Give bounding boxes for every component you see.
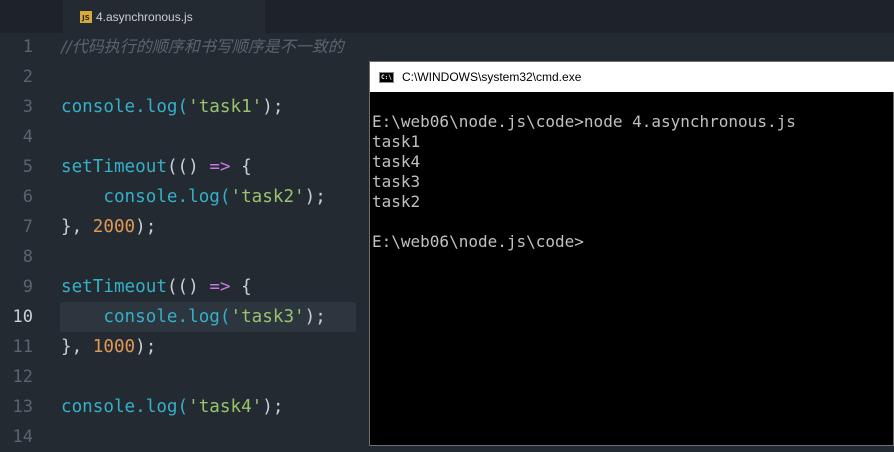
line-number: 4 bbox=[22, 127, 33, 147]
tab-4-asynchronous-js[interactable]: JS 4.asynchronous.js bbox=[63, 0, 265, 33]
line-number: 14 bbox=[12, 427, 33, 447]
code-text: //代码执行的顺序和书写顺序是不一致的 bbox=[61, 32, 344, 62]
tab-title: 4.asynchronous.js bbox=[96, 9, 193, 24]
cmd-icon: C:\ bbox=[379, 71, 394, 83]
code-token: //代码执行的顺序和书写顺序是不一致的 bbox=[61, 37, 344, 56]
code-token: 'task4' bbox=[188, 397, 263, 417]
line-number: 13 bbox=[12, 397, 33, 417]
code-token: ); bbox=[262, 397, 284, 417]
code-token: console.log( bbox=[61, 307, 231, 327]
code-text: }, 2000); bbox=[61, 212, 156, 242]
code-token: }, bbox=[61, 337, 93, 357]
line-number: 9 bbox=[22, 277, 33, 297]
line-number: 7 bbox=[22, 217, 33, 237]
code-token: 'task1' bbox=[188, 97, 263, 117]
code-token: (() bbox=[166, 157, 210, 177]
code-token: console.log( bbox=[61, 97, 189, 117]
line-number: 5 bbox=[22, 157, 33, 177]
cmd-title-bar[interactable]: C:\ C:\WINDOWS\system32\cmd.exe bbox=[370, 62, 894, 92]
line-number: 11 bbox=[12, 337, 33, 357]
terminal-output[interactable]: E:\web06\node.js\code>node 4.asynchronou… bbox=[372, 112, 893, 252]
code-token: ); bbox=[304, 187, 326, 207]
code-text: console.log('task3'); bbox=[61, 302, 326, 332]
code-token: ); bbox=[304, 307, 326, 327]
terminal-line: E:\web06\node.js\code> bbox=[372, 232, 584, 251]
code-token: }, bbox=[61, 217, 93, 237]
line-number: 12 bbox=[12, 367, 33, 387]
code-token: ); bbox=[135, 217, 157, 237]
terminal-line: E:\web06\node.js\code>node 4.asynchronou… bbox=[372, 112, 796, 131]
code-text: console.log('task4'); bbox=[61, 392, 283, 422]
js-file-icon: JS bbox=[80, 10, 92, 23]
terminal-line: task4 bbox=[372, 152, 421, 171]
code-token: 1000 bbox=[92, 337, 136, 357]
code-token: ); bbox=[262, 97, 284, 117]
code-text: }, 1000); bbox=[61, 332, 156, 362]
code-token: (() bbox=[166, 277, 210, 297]
terminal-line: task2 bbox=[372, 192, 421, 211]
code-token: setTimeout bbox=[61, 157, 167, 177]
code-line[interactable]: 1 //代码执行的顺序和书写顺序是不一致的 bbox=[0, 32, 894, 62]
code-text: console.log('task1'); bbox=[61, 92, 283, 122]
line-number: 8 bbox=[22, 247, 33, 267]
code-text: setTimeout(() => { bbox=[61, 152, 252, 182]
code-token: ); bbox=[135, 337, 157, 357]
code-token: 'task2' bbox=[230, 187, 305, 207]
code-token: => bbox=[209, 157, 231, 177]
line-number: 10 bbox=[12, 307, 33, 327]
code-token: setTimeout bbox=[61, 277, 167, 297]
code-token: { bbox=[230, 277, 252, 297]
cmd-window-title: C:\WINDOWS\system32\cmd.exe bbox=[402, 70, 582, 84]
code-token: { bbox=[230, 157, 252, 177]
code-token: console.log( bbox=[61, 187, 231, 207]
code-token: => bbox=[209, 277, 231, 297]
terminal-line: task3 bbox=[372, 172, 421, 191]
line-number: 6 bbox=[22, 187, 33, 207]
line-number: 3 bbox=[22, 97, 33, 117]
code-token: console.log( bbox=[61, 397, 189, 417]
terminal-line: task1 bbox=[372, 132, 421, 151]
editor-tab-bar: JS 4.asynchronous.js bbox=[0, 0, 894, 33]
line-number: 1 bbox=[22, 37, 33, 57]
code-text: setTimeout(() => { bbox=[61, 272, 252, 302]
line-number: 2 bbox=[22, 67, 33, 87]
code-token: 'task3' bbox=[230, 307, 305, 327]
code-text: console.log('task2'); bbox=[61, 182, 326, 212]
code-token: 2000 bbox=[92, 217, 136, 237]
cmd-window[interactable]: C:\ C:\WINDOWS\system32\cmd.exe E:\web06… bbox=[369, 61, 894, 446]
